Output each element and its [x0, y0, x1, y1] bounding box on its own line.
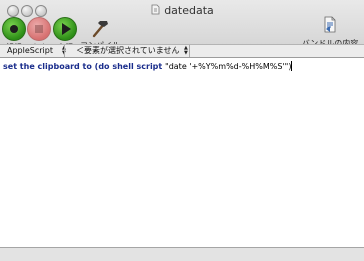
- script-editor-window: datedata 記録 中止 実行 コンパイル: [0, 0, 364, 261]
- language-popup[interactable]: AppleScript ▲▼: [7, 45, 66, 57]
- script-document-icon: [150, 4, 160, 18]
- language-popup-label: AppleScript: [7, 46, 53, 55]
- text-caret: [291, 61, 293, 71]
- navigation-bar: AppleScript ▲▼ ＜要素が選択されていません＞ ▲▼: [0, 44, 364, 68]
- bottom-bar: [0, 247, 364, 261]
- hammer-icon: [89, 17, 111, 39]
- popup-arrows-icon: ▲▼: [184, 45, 188, 56]
- code-keyword: (do shell script: [94, 62, 166, 71]
- script-editor-text-area[interactable]: set the clipboard to (do shell script "d…: [0, 58, 364, 248]
- nav-divider: [64, 45, 65, 57]
- window-title-text: datedata: [164, 4, 214, 17]
- element-popup[interactable]: ＜要素が選択されていません＞ ▲▼: [76, 45, 188, 68]
- code-keyword: set the clipboard to: [3, 62, 95, 71]
- script-code-line: set the clipboard to (do shell script "d…: [3, 61, 293, 72]
- run-icon: [53, 17, 77, 41]
- code-string: "date '+%Y%m%d-%H%M%S'": [165, 62, 289, 71]
- nav-divider: [189, 45, 190, 57]
- bundle-contents-icon: [324, 16, 336, 33]
